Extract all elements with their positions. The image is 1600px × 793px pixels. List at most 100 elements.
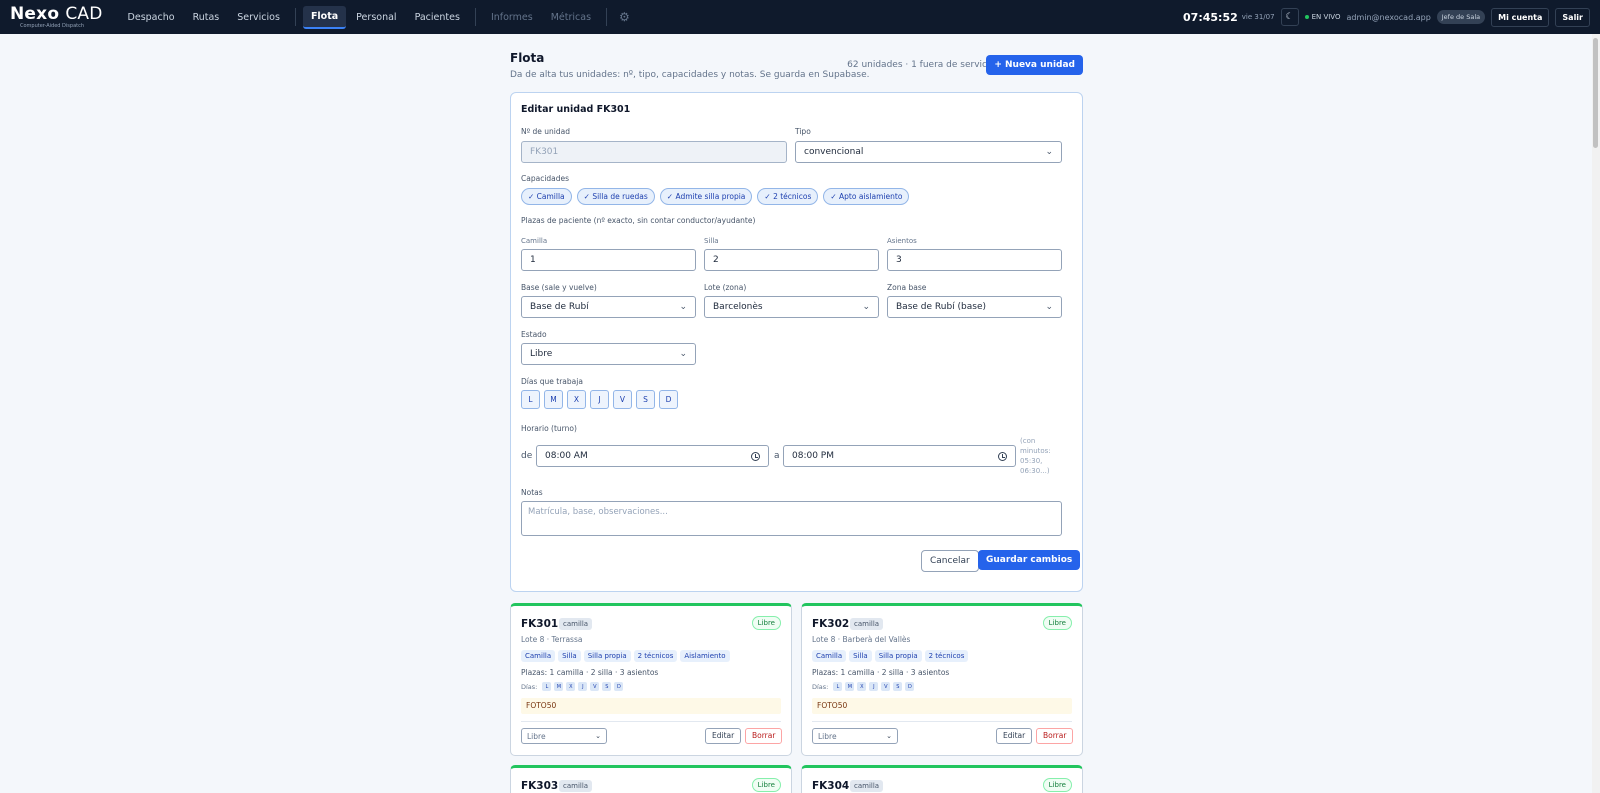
nav-rutas[interactable]: Rutas bbox=[185, 7, 228, 28]
edit-button[interactable]: Editar bbox=[705, 728, 742, 744]
nav-despacho[interactable]: Despacho bbox=[120, 7, 183, 28]
nav-servicios[interactable]: Servicios bbox=[229, 7, 288, 28]
account-button[interactable]: Mi cuenta bbox=[1491, 7, 1550, 27]
day-toggle-d[interactable]: D bbox=[659, 390, 678, 409]
schedule-label: Horario (turno) bbox=[521, 424, 577, 433]
chair-input[interactable]: 2 bbox=[704, 249, 879, 271]
unit-location: Lote 8 · Terrassa bbox=[521, 635, 583, 644]
cap-chip-aislamiento[interactable]: ✓ Apto aislamiento bbox=[823, 188, 910, 205]
nav-flota[interactable]: Flota bbox=[302, 5, 347, 29]
stretcher-value: 1 bbox=[530, 255, 536, 265]
cap-chip-silla-propia[interactable]: ✓ Admite silla propia bbox=[659, 188, 753, 205]
unit-tag: Aislamiento bbox=[680, 650, 730, 662]
save-changes-button[interactable]: Guardar cambios bbox=[978, 550, 1081, 570]
chair-value: 2 bbox=[713, 255, 719, 265]
cap-chip-2-tecnicos[interactable]: ✓ 2 técnicos bbox=[757, 188, 819, 205]
settings-gear-icon[interactable]: ⚙ bbox=[613, 10, 636, 24]
type-select[interactable]: convencional ⌄ bbox=[795, 141, 1062, 163]
unit-card-fk301[interactable]: FK301 camilla Libre Lote 8 · Terrassa Ca… bbox=[510, 603, 792, 756]
nav-personal[interactable]: Personal bbox=[348, 7, 404, 28]
unit-tags: Camilla Silla Silla propia 2 técnicos bbox=[812, 650, 969, 662]
unit-note: FOTO50 bbox=[521, 698, 781, 714]
delete-button[interactable]: Borrar bbox=[745, 728, 783, 744]
status-value: Libre bbox=[530, 349, 553, 359]
unit-day: D bbox=[614, 682, 624, 691]
unit-card-fk302[interactable]: FK302 camilla Libre Lote 8 · Barberà del… bbox=[801, 603, 1083, 756]
day-toggle-s[interactable]: S bbox=[636, 390, 655, 409]
zone-select[interactable]: Base de Rubí (base) ⌄ bbox=[887, 296, 1062, 318]
nav-divider bbox=[294, 8, 296, 26]
day-toggle-v[interactable]: V bbox=[613, 390, 632, 409]
scrollbar-thumb[interactable] bbox=[1593, 38, 1598, 148]
delete-button[interactable]: Borrar bbox=[1036, 728, 1074, 744]
logout-button[interactable]: Salir bbox=[1555, 7, 1590, 27]
unit-day: X bbox=[566, 682, 576, 691]
logo-cad-text: CAD bbox=[65, 3, 103, 24]
status-select[interactable]: Libre ⌄ bbox=[521, 343, 696, 365]
unit-status-select[interactable]: Libre ⌄ bbox=[521, 728, 607, 744]
nav-metricas[interactable]: Métricas bbox=[543, 7, 599, 28]
seats-input[interactable]: 3 bbox=[887, 249, 1062, 271]
unit-seats: Plazas: 1 camilla · 2 silla · 3 asientos bbox=[521, 668, 659, 677]
start-time-input[interactable]: 08:00 AM bbox=[536, 445, 769, 467]
unit-card-fk303[interactable]: FK303 camilla Libre bbox=[510, 765, 792, 793]
end-time-input[interactable]: 08:00 PM bbox=[783, 445, 1016, 467]
new-unit-button[interactable]: + Nueva unidad bbox=[986, 55, 1083, 75]
logo-subtitle: Computer-Aided Dispatch bbox=[20, 22, 85, 29]
clock-icon bbox=[751, 451, 760, 461]
capabilities-chips: ✓ Camilla ✓ Silla de ruedas ✓ Admite sil… bbox=[521, 188, 910, 205]
chevron-down-icon: ⌄ bbox=[862, 302, 870, 312]
cap-chip-silla-ruedas[interactable]: ✓ Silla de ruedas bbox=[576, 188, 655, 205]
role-badge: Jefe de Sala bbox=[1436, 10, 1486, 24]
top-right-area: 07:45:52 vie 31/07 ☾ EN VIVO admin@nexoc… bbox=[1183, 7, 1590, 27]
lot-select[interactable]: Barcelonès ⌄ bbox=[704, 296, 879, 318]
unit-status-value: Libre bbox=[818, 731, 837, 741]
day-toggle-m[interactable]: M bbox=[544, 390, 563, 409]
theme-toggle-moon-icon[interactable]: ☾ bbox=[1280, 8, 1299, 26]
unit-card-fk304[interactable]: FK304 camilla Libre bbox=[801, 765, 1083, 793]
workdays-label: Días que trabaja bbox=[521, 377, 583, 386]
day-toggle-l[interactable]: L bbox=[521, 390, 540, 409]
unit-status-select[interactable]: Libre ⌄ bbox=[812, 728, 898, 744]
unit-tag: 2 técnicos bbox=[924, 650, 969, 662]
unit-tag: Silla propia bbox=[583, 650, 631, 662]
logo[interactable]: Nexo CAD Computer-Aided Dispatch bbox=[10, 3, 103, 29]
nav-pacientes[interactable]: Pacientes bbox=[407, 7, 468, 28]
divider bbox=[521, 721, 781, 722]
nav-informes[interactable]: Informes bbox=[483, 7, 541, 28]
stretcher-input[interactable]: 1 bbox=[521, 249, 696, 271]
notes-textarea[interactable]: Matrícula, base, observaciones... bbox=[521, 501, 1062, 536]
unit-tag: Silla bbox=[558, 650, 581, 662]
stretcher-label: Camilla bbox=[521, 237, 548, 245]
unit-seats: Plazas: 1 camilla · 2 silla · 3 asientos bbox=[812, 668, 950, 677]
unit-tag: Camilla bbox=[521, 650, 556, 662]
chevron-down-icon: ⌄ bbox=[679, 349, 687, 359]
lot-value: Barcelonès bbox=[713, 302, 763, 312]
unit-days: Días: L M X J V S D bbox=[812, 682, 915, 691]
from-label: de bbox=[521, 451, 533, 461]
unit-number-input[interactable]: FK301 bbox=[521, 141, 787, 163]
unit-day: X bbox=[857, 682, 867, 691]
chevron-down-icon: ⌄ bbox=[595, 732, 601, 740]
live-label: EN VIVO bbox=[1311, 13, 1341, 21]
unit-tags: Camilla Silla Silla propia 2 técnicos Ai… bbox=[521, 650, 730, 662]
cap-chip-camilla[interactable]: ✓ Camilla bbox=[521, 188, 572, 205]
unit-id: FK302 bbox=[812, 618, 850, 630]
unit-day: V bbox=[881, 682, 891, 691]
unit-status-value: Libre bbox=[527, 731, 546, 741]
status-badge: Libre bbox=[751, 616, 781, 630]
base-select[interactable]: Base de Rubí ⌄ bbox=[521, 296, 696, 318]
chevron-down-icon: ⌄ bbox=[1045, 302, 1053, 312]
unit-tag: Silla propia bbox=[874, 650, 922, 662]
unit-id: FK303 bbox=[521, 780, 559, 792]
unit-location: Lote 8 · Barberà del Vallès bbox=[812, 635, 911, 644]
day-toggle-x[interactable]: X bbox=[567, 390, 586, 409]
cancel-button[interactable]: Cancelar bbox=[921, 550, 979, 572]
unit-tag: 2 técnicos bbox=[633, 650, 678, 662]
day-toggle-j[interactable]: J bbox=[590, 390, 609, 409]
page-subtitle: Da de alta tus unidades: nº, tipo, capac… bbox=[510, 70, 870, 80]
unit-days-label: Días: bbox=[812, 682, 829, 691]
unit-day: L bbox=[833, 682, 843, 691]
vertical-scrollbar[interactable] bbox=[1592, 34, 1600, 793]
edit-button[interactable]: Editar bbox=[996, 728, 1033, 744]
